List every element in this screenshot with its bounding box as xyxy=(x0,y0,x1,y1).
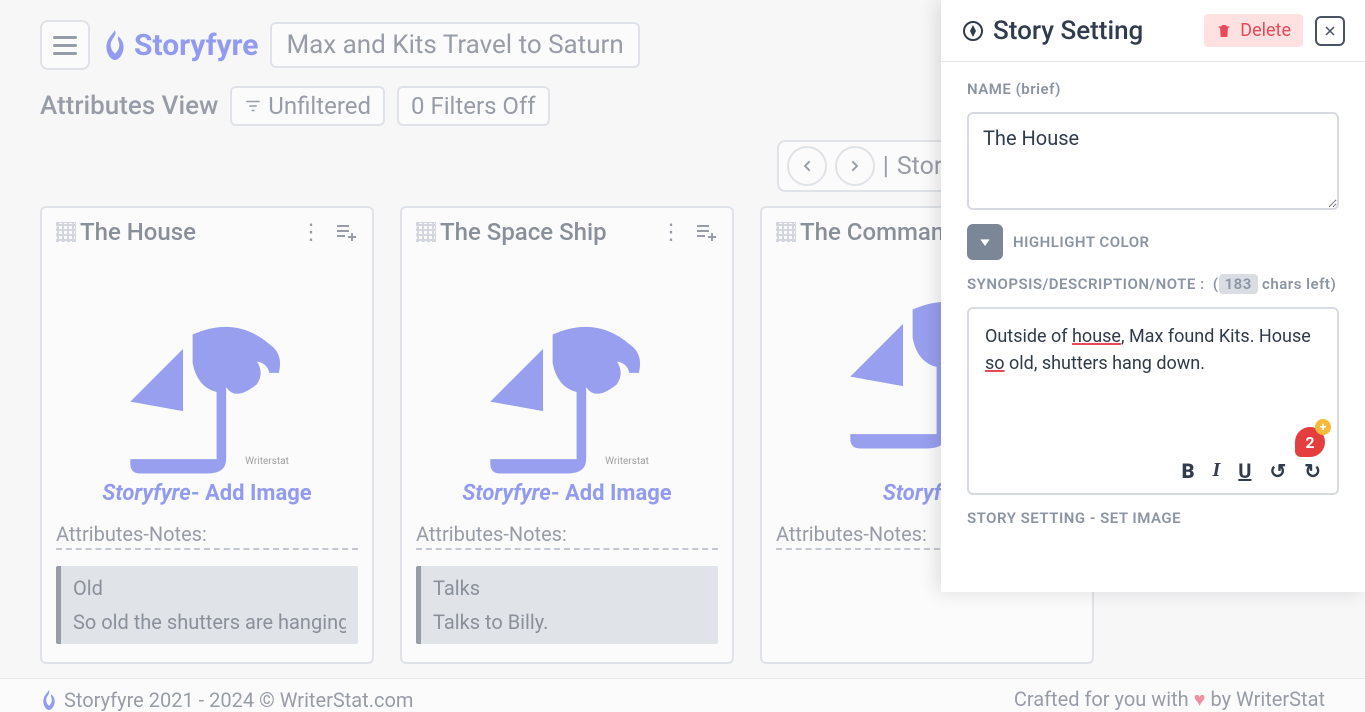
trash-icon xyxy=(1216,23,1232,39)
name-input[interactable] xyxy=(967,112,1339,210)
writerstat-label: Writerstat xyxy=(605,456,649,467)
set-image-label: STORY SETTING - SET IMAGE xyxy=(967,509,1339,527)
unfiltered-text: Unfiltered xyxy=(268,92,371,120)
attribute-note[interactable]: Old So old the shutters are hanging si xyxy=(56,566,358,644)
highlight-label: HIGHLIGHT COLOR xyxy=(1013,233,1150,251)
footer-right-post: by WriterStat xyxy=(1211,687,1326,711)
drag-handle-icon[interactable] xyxy=(56,222,76,242)
delete-button[interactable]: Delete xyxy=(1204,14,1303,47)
attr-title: Talks xyxy=(433,576,706,600)
chars-suffix: chars left) xyxy=(1262,275,1336,293)
drag-handle-icon[interactable] xyxy=(416,222,436,242)
attr-desc: So old the shutters are hanging si xyxy=(73,610,346,634)
flame-icon xyxy=(40,690,58,710)
flame-icon xyxy=(102,30,128,60)
highlight-color-button[interactable] xyxy=(967,224,1003,260)
format-toolbar: B I U ↺ ↻ xyxy=(985,459,1321,483)
more-icon[interactable]: ⋮ xyxy=(300,220,322,245)
panel-title-text: Story Setting xyxy=(993,16,1143,46)
card-title: The House xyxy=(80,218,300,246)
heart-icon: ♥ xyxy=(1194,687,1206,711)
card-image-placeholder[interactable]: Writerstat Storyfyre- Add Image xyxy=(56,246,358,506)
close-button[interactable] xyxy=(1315,16,1345,46)
add-image-brand: Storyfyre xyxy=(462,481,551,506)
brand-text: Storyfyre xyxy=(134,28,258,63)
drag-handle-icon[interactable] xyxy=(776,222,796,242)
synopsis-editor[interactable]: Outside of house, Max found Kits. House … xyxy=(967,307,1339,495)
add-list-icon[interactable] xyxy=(694,220,718,244)
card-image-placeholder[interactable]: Writerstat Storyfyre- Add Image xyxy=(416,246,718,506)
undo-button[interactable]: ↺ xyxy=(1269,459,1286,483)
setting-card[interactable]: The House ⋮ Writerstat Storyfyre- Add Im… xyxy=(40,206,374,664)
chevron-right-icon xyxy=(847,158,863,174)
add-image-text: - Add Image xyxy=(191,481,312,506)
chars-value: 183 xyxy=(1219,274,1258,294)
add-list-icon[interactable] xyxy=(334,220,358,244)
filters-off-pill[interactable]: 0 Filters Off xyxy=(397,86,550,126)
chars-left: (183 chars left) xyxy=(1209,274,1337,294)
panel-header: Story Setting Delete xyxy=(941,0,1365,61)
close-icon xyxy=(1324,25,1336,37)
brand[interactable]: Storyfyre xyxy=(102,28,258,63)
delete-label: Delete xyxy=(1240,20,1291,41)
attributes-notes-label: Attributes-Notes: xyxy=(56,522,358,550)
bold-button[interactable]: B xyxy=(1182,459,1195,483)
footer-left: Storyfyre 2021 - 2024 © WriterStat.com xyxy=(64,688,413,712)
chevron-left-icon xyxy=(799,158,815,174)
attribute-note[interactable]: Talks Talks to Billy. xyxy=(416,566,718,644)
footer: Storyfyre 2021 - 2024 © WriterStat.com C… xyxy=(0,678,1365,712)
unfiltered-pill[interactable]: Unfiltered xyxy=(230,86,385,126)
more-icon[interactable]: ⋮ xyxy=(660,220,682,245)
attributes-notes-label: Attributes-Notes: xyxy=(416,522,718,550)
name-label: NAME (brief) xyxy=(967,80,1339,98)
attr-title: Old xyxy=(73,576,346,600)
synopsis-label: SYNOPSIS/DESCRIPTION/NOTE : xyxy=(967,275,1205,293)
attr-desc: Talks to Billy. xyxy=(433,610,706,634)
redo-button[interactable]: ↻ xyxy=(1304,459,1321,483)
add-image-brand: Storyfyre xyxy=(102,481,191,506)
underline-button[interactable]: U xyxy=(1238,459,1251,483)
prev-button[interactable] xyxy=(787,146,827,186)
setting-card[interactable]: The Space Ship ⋮ Writerstat Storyfyre- A… xyxy=(400,206,734,664)
story-setting-panel: Story Setting Delete NAME (brief) HIGHLI… xyxy=(941,0,1365,592)
filters-off-text: 0 Filters Off xyxy=(411,92,536,120)
story-title[interactable]: Max and Kits Travel to Saturn xyxy=(270,22,639,68)
menu-button[interactable] xyxy=(40,20,90,70)
writerstat-label: Writerstat xyxy=(245,456,289,467)
panel-body: NAME (brief) HIGHLIGHT COLOR SYNOPSIS/DE… xyxy=(941,62,1365,545)
story-title-text: Max and Kits Travel to Saturn xyxy=(286,30,623,60)
filter-icon xyxy=(244,97,262,115)
suggestion-badge[interactable]: 2 + xyxy=(1295,427,1327,459)
badge-number: 2 xyxy=(1305,433,1314,452)
card-title: The Space Ship xyxy=(440,218,660,246)
plus-icon: + xyxy=(1315,419,1331,435)
divider: | xyxy=(883,152,889,181)
triangle-down-icon xyxy=(978,235,992,249)
synopsis-text[interactable]: Outside of house, Max found Kits. House … xyxy=(985,323,1321,443)
add-image-text: - Add Image xyxy=(551,481,672,506)
footer-right-pre: Crafted for you with xyxy=(1014,687,1194,711)
italic-button[interactable]: I xyxy=(1212,459,1220,483)
attributes-view-label: Attributes View xyxy=(40,91,218,121)
compass-icon xyxy=(961,19,985,43)
next-button[interactable] xyxy=(835,146,875,186)
